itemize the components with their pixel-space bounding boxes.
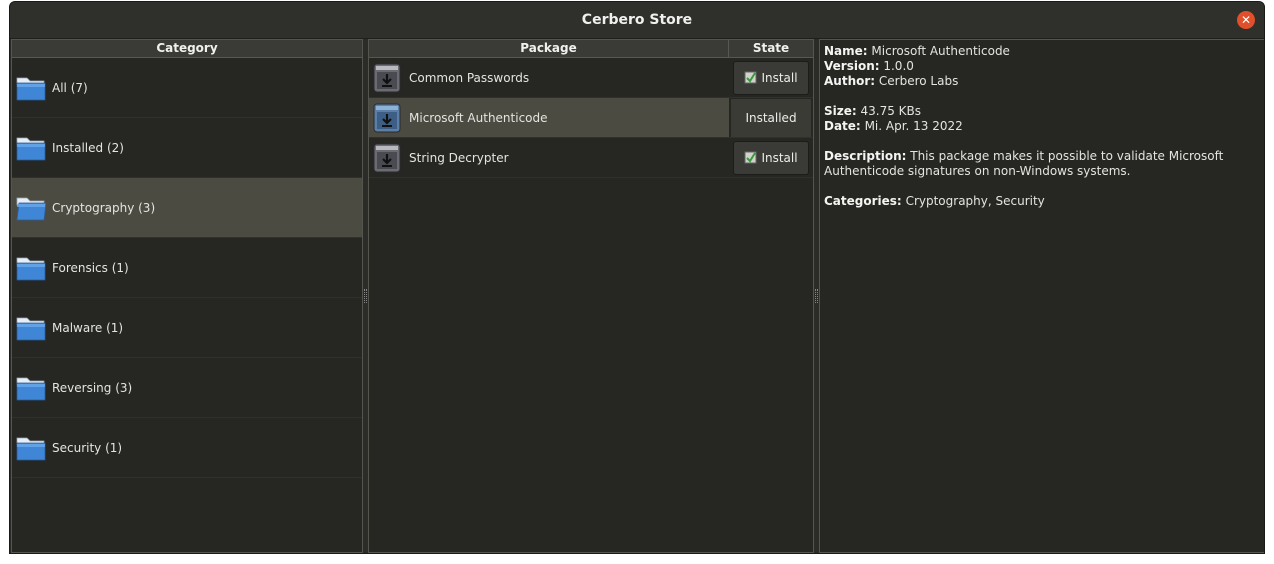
detail-description: Description: This package makes it possi… [824, 149, 1224, 163]
detail-description-cont: Authenticode signatures on non-Windows s… [824, 164, 1131, 178]
package-name: Microsoft Authenticode [409, 110, 548, 125]
folder-icon [16, 77, 46, 100]
package-name-cell[interactable]: Microsoft Authenticode [369, 98, 729, 137]
detail-version: Version: 1.0.0 [824, 59, 914, 73]
package-row[interactable]: Common Passwords Install [369, 58, 813, 98]
package-name: String Decrypter [409, 150, 509, 165]
install-icon [744, 71, 757, 84]
category-item[interactable]: All (7) [12, 58, 362, 118]
title-bar[interactable]: Cerbero Store ✕ [10, 2, 1264, 39]
installed-status: Installed [731, 98, 811, 137]
detail-author: Author: Cerbero Labs [824, 74, 959, 88]
detail-categories: Categories: Cryptography, Security [824, 194, 1045, 208]
category-item[interactable]: Forensics (1) [12, 238, 362, 298]
folder-icon [16, 377, 46, 400]
package-name: Common Passwords [409, 70, 530, 85]
category-label: Cryptography (3) [52, 200, 156, 215]
close-icon: ✕ [1240, 13, 1252, 27]
category-label: Installed (2) [52, 140, 124, 155]
install-button[interactable]: Install [733, 140, 809, 175]
category-header[interactable]: Category [12, 40, 362, 58]
package-state-cell: Install [729, 138, 813, 177]
package-row[interactable]: Microsoft Authenticode Installed [369, 98, 813, 138]
store-window: Cerbero Store ✕ Category All (7) Install… [9, 1, 1265, 554]
category-label: Forensics (1) [52, 260, 129, 275]
folder-icon [16, 317, 46, 340]
category-label: Security (1) [52, 440, 123, 455]
package-icon [373, 143, 401, 172]
details-pane: Name: Microsoft Authenticode Version: 1.… [819, 39, 1264, 553]
category-item[interactable]: Malware (1) [12, 298, 362, 358]
category-item[interactable]: Cryptography (3) [12, 178, 362, 238]
detail-name: Name: Microsoft Authenticode [824, 44, 1010, 58]
install-icon [744, 151, 757, 164]
folder-icon [16, 257, 46, 280]
install-button[interactable]: Install [733, 60, 809, 95]
folder-icon [16, 437, 46, 460]
package-column-header[interactable]: Package [369, 40, 729, 57]
package-header: Package State [369, 40, 813, 58]
folder-icon [16, 197, 46, 220]
category-column-header[interactable]: Category [12, 40, 362, 57]
category-item[interactable]: Security (1) [12, 418, 362, 478]
detail-date: Date: Mi. Apr. 13 2022 [824, 119, 963, 133]
folder-icon [16, 137, 46, 160]
package-state-cell: Installed [729, 98, 813, 137]
category-label: Malware (1) [52, 320, 124, 335]
category-pane: Category All (7) Installed (2) Cryptogra… [11, 39, 363, 553]
package-list: Common Passwords Install Microsoft Authe… [369, 58, 813, 178]
package-pane: Package State Common Passwords Install M… [368, 39, 814, 553]
package-icon [373, 63, 401, 92]
splitter-handle[interactable] [815, 289, 818, 303]
splitter-handle[interactable] [364, 289, 367, 303]
window-title: Cerbero Store [581, 12, 693, 28]
package-state-cell: Install [729, 58, 813, 97]
state-column-header[interactable]: State [729, 40, 813, 57]
package-name-cell[interactable]: String Decrypter [369, 138, 729, 177]
category-item[interactable]: Reversing (3) [12, 358, 362, 418]
category-list: All (7) Installed (2) Cryptography (3) F… [12, 58, 362, 478]
category-label: Reversing (3) [52, 380, 133, 395]
package-name-cell[interactable]: Common Passwords [369, 58, 729, 97]
detail-size: Size: 43.75 KBs [824, 104, 922, 118]
package-icon [373, 103, 401, 132]
category-label: All (7) [52, 80, 88, 95]
package-row[interactable]: String Decrypter Install [369, 138, 813, 178]
category-item[interactable]: Installed (2) [12, 118, 362, 178]
close-button[interactable]: ✕ [1237, 11, 1255, 29]
